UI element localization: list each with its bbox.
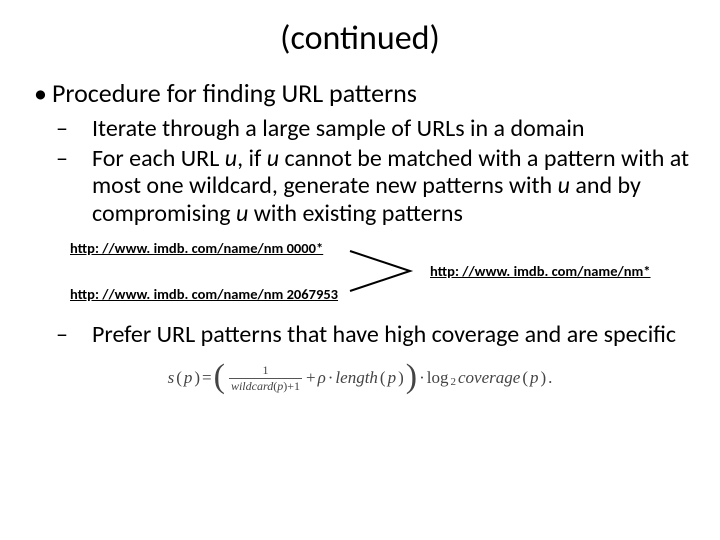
plus-one: +1	[287, 379, 300, 393]
period: .	[548, 368, 552, 388]
bullet-level1: •Procedure for finding URL patterns	[34, 77, 690, 109]
plus: +	[306, 368, 316, 388]
coverage-fn: coverage	[458, 368, 520, 388]
bullet-level2-item: –Iterate through a large sample of URLs …	[74, 115, 690, 143]
log-base: 2	[451, 376, 457, 388]
bullet-text: For each URL	[92, 144, 225, 173]
big-paren-close-icon: )	[406, 362, 417, 393]
bullet-text: Prefer URL patterns that have high cover…	[92, 320, 676, 349]
paren-close: )	[398, 368, 404, 388]
fraction: 1 wildcard(p)+1	[229, 364, 302, 392]
url-diagram: http: //www. imdb. com/name/nm 0000* htt…	[70, 235, 690, 315]
var-u: u	[225, 144, 237, 173]
formula-p: p	[530, 368, 539, 388]
dot-operator: ·	[419, 368, 425, 388]
dash-icon: –	[74, 115, 92, 143]
bullet-dot-icon: •	[34, 77, 52, 109]
chevron-right-icon	[348, 247, 420, 295]
equals: =	[202, 368, 212, 388]
bullet-level2-item: –Prefer URL patterns that have high cove…	[74, 321, 690, 349]
formula: s(p) = ( 1 wildcard(p)+1 + ρ · length(p)…	[168, 363, 553, 394]
paren-open: (	[380, 368, 386, 388]
bullet-text: with existing patterns	[248, 199, 463, 228]
bullet-text: , if	[237, 144, 267, 173]
formula-block: s(p) = ( 1 wildcard(p)+1 + ρ · length(p)…	[30, 363, 690, 394]
paren-open: (	[176, 368, 182, 388]
dash-icon: –	[74, 321, 92, 349]
url-pattern-a: http: //www. imdb. com/name/nm 0000*	[70, 239, 323, 257]
dot-operator: ·	[328, 368, 334, 388]
paren-close: )	[540, 368, 546, 388]
url-pattern-b: http: //www. imdb. com/name/nm 2067953	[70, 285, 338, 303]
length-fn: length	[335, 368, 378, 388]
paren-open: (	[522, 368, 528, 388]
formula-p: p	[388, 368, 397, 388]
rho: ρ	[318, 368, 326, 388]
url-pattern-result: http: //www. imdb. com/name/nm*	[430, 262, 651, 280]
dash-icon: –	[74, 145, 92, 173]
slide-title: (continued)	[30, 18, 690, 59]
formula-p: p	[184, 368, 193, 388]
fraction-denominator: wildcard(p)+1	[229, 380, 302, 393]
bullet-level1-text: Procedure for finding URL patterns	[52, 77, 417, 109]
var-u: u	[267, 144, 279, 173]
paren-close: )	[194, 368, 200, 388]
formula-s: s	[168, 368, 175, 388]
bullet-text: Iterate through a large sample of URLs i…	[92, 114, 585, 143]
bullet-level2-item: –For each URL u, if u cannot be matched …	[74, 145, 690, 228]
var-u: u	[558, 171, 570, 200]
big-paren-open-icon: (	[214, 362, 225, 393]
var-u: u	[236, 199, 248, 228]
log-fn: log	[427, 368, 449, 388]
wildcard-fn: wildcard	[231, 379, 273, 393]
slide: (continued) •Procedure for finding URL p…	[0, 0, 720, 540]
fraction-numerator: 1	[260, 364, 270, 377]
